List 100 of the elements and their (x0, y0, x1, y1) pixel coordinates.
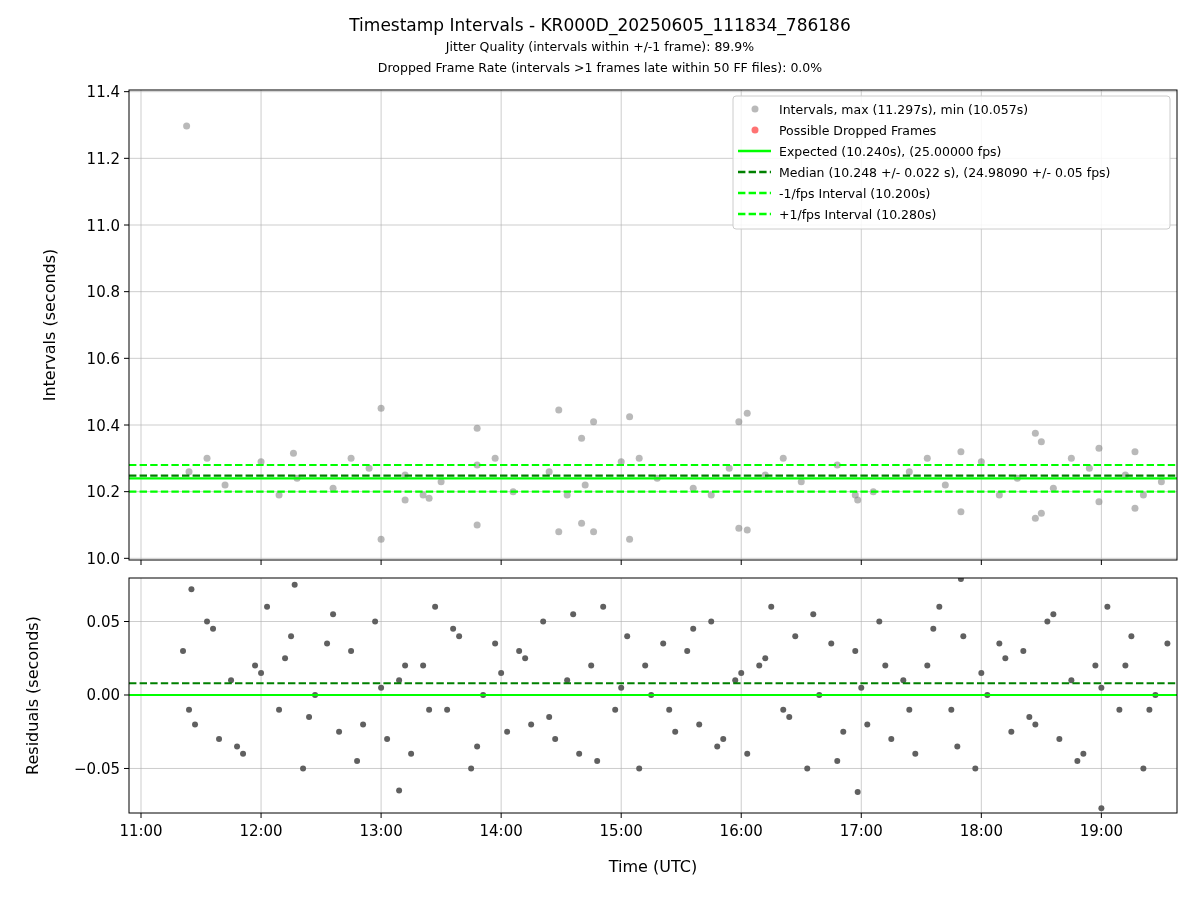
data-point (957, 448, 965, 456)
data-point (1002, 655, 1009, 662)
data-point (618, 684, 625, 691)
data-point (498, 669, 505, 676)
data-point (653, 474, 661, 482)
data-point (401, 471, 409, 479)
data-point (768, 603, 775, 610)
data-point (905, 468, 913, 476)
data-point (576, 750, 583, 757)
data-point (1131, 448, 1139, 456)
data-point (545, 468, 553, 476)
legend-label: Possible Dropped Frames (779, 122, 937, 138)
data-point (408, 750, 415, 757)
tick-label: 11:00 (119, 822, 163, 840)
data-point (474, 743, 481, 750)
tick-label: 13:00 (359, 822, 403, 840)
data-point (473, 461, 481, 469)
legend-dot-icon (751, 105, 759, 113)
data-point (1164, 640, 1171, 647)
data-point (960, 633, 967, 640)
data-point (912, 750, 919, 757)
data-point (276, 706, 283, 713)
data-point (954, 743, 961, 750)
tick-label: 10.4 (86, 416, 120, 435)
data-point (192, 721, 199, 728)
axis-title: Residuals (seconds) (23, 616, 42, 775)
data-point (570, 611, 577, 618)
data-point (804, 765, 811, 772)
data-point (1140, 765, 1147, 772)
data-point (792, 633, 799, 640)
legend-line-icon (738, 191, 771, 195)
data-point (183, 122, 191, 130)
data-point (377, 535, 385, 543)
legend-line-icon (738, 212, 771, 216)
data-point (810, 611, 817, 618)
data-point (312, 692, 319, 698)
data-point (1146, 706, 1153, 713)
data-point (378, 684, 385, 691)
data-point (300, 765, 307, 772)
data-point (365, 464, 373, 472)
data-point (348, 647, 355, 654)
tick-label: 15:00 (599, 822, 643, 840)
data-point (1092, 662, 1099, 669)
data-point (384, 736, 391, 743)
legend-label: +1/fps Interval (10.280s) (779, 206, 937, 222)
data-point (528, 721, 535, 728)
data-point (468, 765, 475, 772)
data-point (437, 478, 445, 486)
data-point (626, 535, 634, 543)
data-point (725, 464, 733, 472)
data-point (336, 728, 343, 735)
data-point (564, 677, 571, 684)
data-point (858, 684, 865, 691)
legend-label: Median (10.248 +/- 0.022 s), (24.98090 +/- 0.05 fps) (779, 164, 1111, 180)
figure-subtitle: Jitter Quality (intervals within +/-1 frame): 89.9% (445, 38, 755, 56)
tick-label: 16:00 (719, 822, 763, 840)
figure-subtitle: Dropped Frame Rate (intervals >1 frames late within 50 FF files): 0.0% (377, 59, 823, 77)
data-point (617, 458, 625, 466)
data-point (264, 603, 271, 610)
data-point (612, 706, 619, 713)
data-point (1049, 484, 1057, 492)
data-point (347, 454, 355, 462)
data-point (636, 765, 643, 772)
data-point (995, 491, 1003, 499)
data-point (635, 454, 643, 462)
data-point (888, 736, 895, 743)
data-point (684, 647, 691, 654)
data-point (626, 413, 634, 421)
data-point (1056, 736, 1063, 743)
tick-label: 14:00 (479, 822, 523, 840)
data-point (563, 491, 571, 499)
data-point (924, 662, 931, 669)
data-point (984, 692, 991, 698)
data-point (1008, 728, 1015, 735)
data-point (188, 586, 195, 593)
data-point (1116, 706, 1123, 713)
data-point (1152, 692, 1159, 698)
data-point (996, 640, 1003, 647)
data-point (504, 728, 511, 735)
data-point (594, 758, 601, 765)
data-point (666, 706, 673, 713)
tick-label: 11.2 (86, 149, 120, 168)
data-point (978, 669, 985, 676)
data-point (324, 640, 331, 647)
data-point (588, 662, 595, 669)
tick-label: 10.8 (86, 283, 120, 302)
data-point (291, 581, 298, 588)
data-point (228, 677, 235, 684)
data-point (1020, 647, 1027, 654)
data-point (329, 484, 337, 492)
data-point (257, 458, 265, 466)
data-point (660, 640, 667, 647)
data-point (306, 714, 313, 721)
data-point (923, 454, 931, 462)
data-point (1095, 498, 1103, 506)
tick-label: 18:00 (959, 822, 1003, 840)
data-point (555, 528, 563, 536)
data-point (744, 750, 751, 757)
data-point (480, 692, 487, 698)
axis-title: Intervals (seconds) (40, 248, 59, 402)
